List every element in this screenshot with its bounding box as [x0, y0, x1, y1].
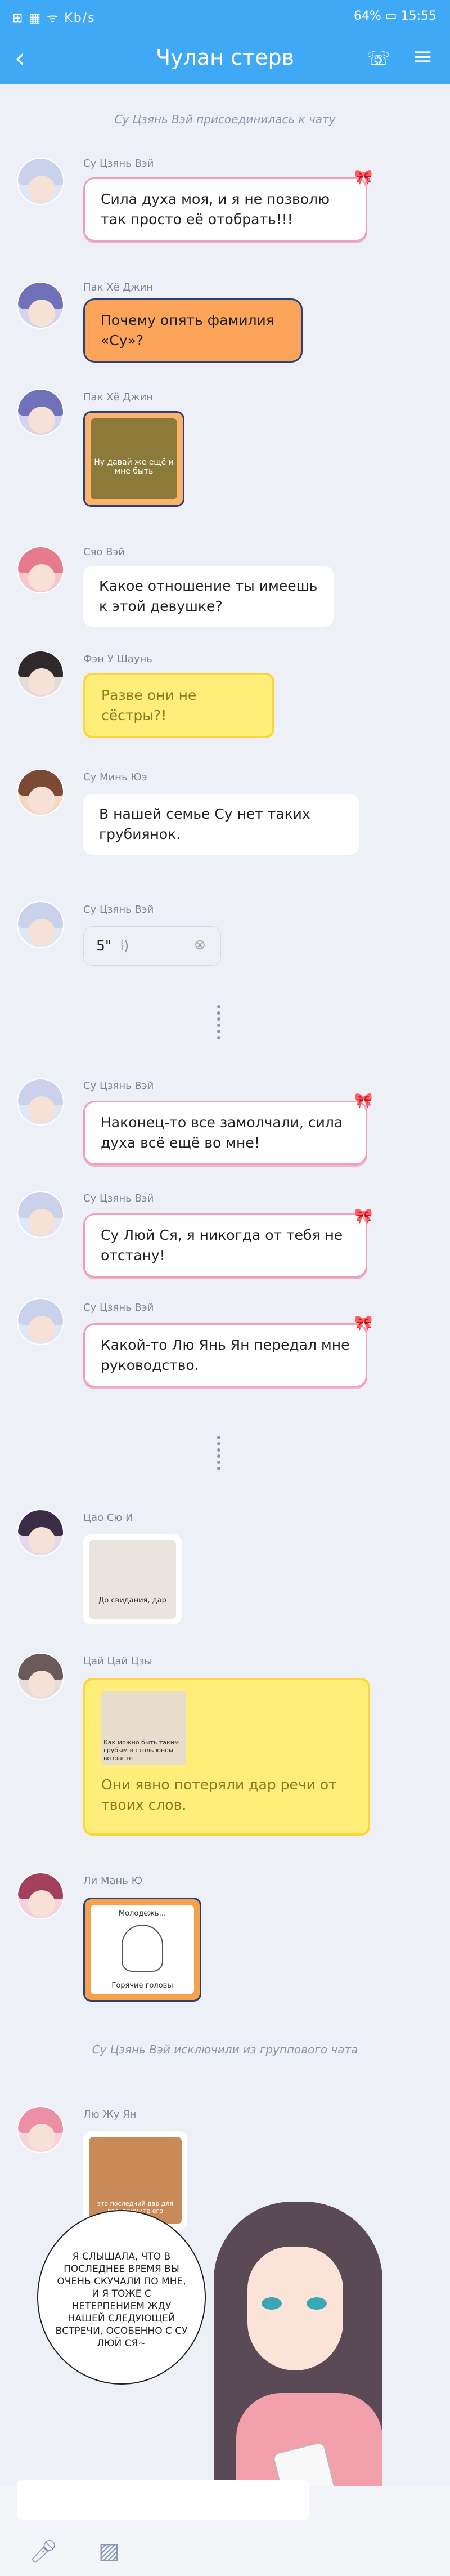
- sticker-caption: Ну давай же ещё и мне быть: [94, 458, 174, 476]
- voice-play-icon[interactable]: ⊗: [194, 935, 206, 955]
- sticker-caption: Как можно быть таким грубым в столь юном…: [104, 1739, 179, 1762]
- character-eye: [262, 2297, 282, 2310]
- voice-duration: 5": [96, 937, 112, 954]
- sender-name: Пак Хё Джин: [83, 391, 154, 403]
- sticker-caption: До свидания, дар: [98, 1596, 166, 1605]
- avatar[interactable]: [17, 158, 64, 205]
- sticker-caption-top: Молодежь...: [118, 1909, 166, 1918]
- avatar[interactable]: [17, 1078, 64, 1126]
- ribbon-icon: 🎀: [354, 169, 373, 186]
- sender-name: Су Цзянь Вэй: [83, 1193, 154, 1204]
- message-input[interactable]: [17, 2480, 309, 2520]
- status-bar: ⊞ ▦ ᯤ Kb/s 64% ▭ 15:55: [0, 0, 450, 35]
- avatar[interactable]: [17, 546, 64, 593]
- message-bubble[interactable]: Какой-то Лю Янь Ян передал мне руководст…: [83, 1323, 367, 1387]
- scroll-dots: [217, 1436, 220, 1473]
- system-message: Су Цзянь Вэй присоединилась к чату: [114, 113, 336, 126]
- sender-name: Фэн У Шаунь: [83, 653, 152, 665]
- battery-level: 64%: [353, 9, 381, 23]
- phone-icon[interactable]: ☏: [366, 47, 390, 70]
- character-face: [248, 2247, 343, 2370]
- status-indicators: ⊞ ▦ ᯤ Kb/s: [12, 11, 96, 25]
- ribbon-icon: 🎀: [354, 1092, 373, 1109]
- status-right: 64% ▭ 15:55: [354, 9, 436, 23]
- sticker-message[interactable]: Молодежь... Горячие головы: [83, 1898, 201, 2002]
- chat-header: ‹ Чулан стерв ☏ ≡: [0, 35, 450, 84]
- sender-name: Цай Цай Цзы: [83, 1655, 152, 1667]
- voice-message[interactable]: 5" ⦚) ⊗: [83, 926, 221, 966]
- avatar[interactable]: [17, 1298, 64, 1345]
- message-text: Они явно потеряли дар речи от твоих слов…: [101, 1776, 337, 1813]
- avatar[interactable]: [17, 1509, 64, 1556]
- message-bubble[interactable]: Наконец-то все замолчали, сила духа всё …: [83, 1101, 367, 1165]
- message-bubble[interactable]: Как можно быть таким грубым в столь юном…: [83, 1678, 370, 1836]
- sticker-image: Молодежь... Горячие головы: [91, 1905, 194, 1994]
- battery-icon: ▭: [385, 9, 397, 23]
- message-bubble[interactable]: В нашей семье Су нет таких грубиянок.: [83, 794, 359, 855]
- image-icon[interactable]: ▨: [98, 2538, 120, 2564]
- sticker-message[interactable]: Ну давай же ещё и мне быть: [83, 411, 184, 507]
- avatar[interactable]: [17, 2106, 64, 2153]
- avatar[interactable]: [17, 901, 64, 948]
- system-message: Су Цзянь Вэй исключили из группового чат…: [92, 2043, 358, 2056]
- menu-icon[interactable]: ≡: [412, 43, 433, 71]
- sender-name: Пак Хё Джин: [83, 282, 154, 293]
- sender-name: Сяо Вэй: [83, 546, 125, 558]
- message-bubble[interactable]: Сила духа моя, и я не позволю так просто…: [83, 177, 367, 242]
- message-bubble[interactable]: Какое отношение ты имеешь к этой девушке…: [83, 566, 334, 627]
- character-eye: [307, 2297, 327, 2310]
- microphone-icon[interactable]: 🎤︎: [29, 2538, 58, 2565]
- message-bubble[interactable]: Почему опять фамилия «Су»?: [83, 298, 303, 363]
- sender-name: Ли Мань Ю: [83, 1875, 143, 1887]
- message-bubble[interactable]: Су Люй Ся, я никогда от тебя не отстану!: [83, 1213, 367, 1278]
- avatar[interactable]: [17, 650, 64, 698]
- avatar[interactable]: [17, 769, 64, 816]
- voice-wave-icon: ⦚): [120, 937, 129, 954]
- sender-name: Су Цзянь Вэй: [83, 904, 154, 916]
- sender-name: Су Цзянь Вэй: [83, 1302, 154, 1314]
- sticker-caption-bottom: Горячие головы: [111, 1981, 173, 1990]
- sender-name: Су Цзянь Вэй: [83, 1080, 154, 1092]
- sender-name: Су Минь Юэ: [83, 771, 147, 783]
- speech-bubble: Я СЛЫШАЛА, ЧТО В ПОСЛЕДНЕЕ ВРЕМЯ ВЫ ОЧЕН…: [37, 2210, 206, 2385]
- avatar[interactable]: [17, 1191, 64, 1238]
- avatar[interactable]: [17, 1653, 64, 1700]
- sender-name: Су Цзянь Вэй: [83, 158, 154, 169]
- ribbon-icon: 🎀: [354, 1208, 373, 1225]
- sticker-image: Ну давай же ещё и мне быть: [91, 418, 177, 499]
- clock: 15:55: [400, 9, 436, 23]
- avatar[interactable]: [17, 1872, 64, 1919]
- sticker-image: До свидания, дар: [89, 1540, 176, 1619]
- sender-name: Цао Сю И: [83, 1512, 133, 1524]
- sticker-image: Как можно быть таким грубым в столь юном…: [101, 1691, 186, 1765]
- ribbon-icon: 🎀: [354, 1315, 373, 1332]
- sender-name: Лю Жу Ян: [83, 2109, 137, 2120]
- avatar[interactable]: [17, 389, 64, 436]
- message-bubble[interactable]: Разве они не сёстры?!: [83, 673, 274, 738]
- sticker-drawing: [122, 1925, 163, 1972]
- sticker-message[interactable]: До свидания, дар: [83, 1534, 182, 1624]
- avatar[interactable]: [17, 282, 64, 329]
- scroll-dots: [217, 1005, 220, 1042]
